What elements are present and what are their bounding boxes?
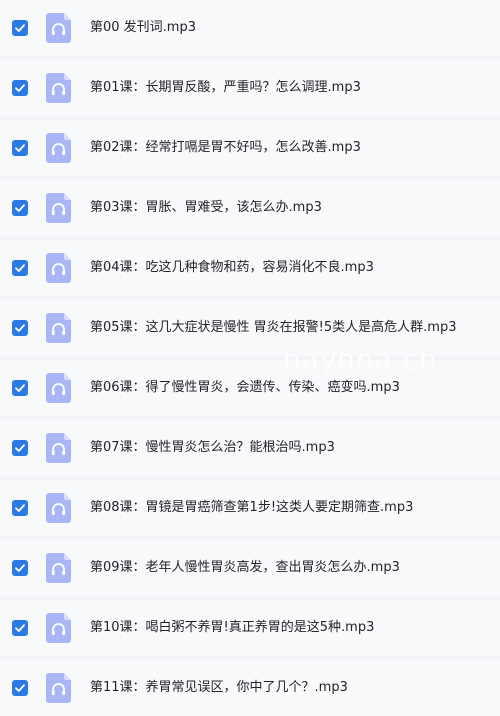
audio-file-headphones-icon: [46, 253, 71, 283]
file-row[interactable]: 第01课：长期胃反酸，严重吗？怎么调理.mp3: [0, 60, 500, 116]
file-checkbox[interactable]: [12, 440, 28, 456]
audio-file-headphones-icon: [46, 373, 71, 403]
audio-file-headphones-icon: [46, 133, 71, 163]
file-checkbox[interactable]: [12, 200, 28, 216]
checkmark-icon: [15, 324, 25, 332]
file-checkbox[interactable]: [12, 380, 28, 396]
audio-file-headphones-icon: [46, 313, 71, 343]
audio-file-headphones-icon: [46, 493, 71, 523]
checkmark-icon: [15, 24, 25, 32]
checkmark-icon: [15, 684, 25, 692]
file-name: 第04课：吃这几种食物和药，容易消化不良.mp3: [90, 260, 374, 275]
file-name: 第03课：胃胀、胃难受，该怎么办.mp3: [90, 200, 322, 215]
checkmark-icon: [15, 144, 25, 152]
file-name: 第11课：养胃常见误区，你中了几个？.mp3: [90, 680, 348, 695]
file-row[interactable]: 第10课：喝白粥不养胃!真正养胃的是这5种.mp3: [0, 600, 500, 656]
file-name: 第05课：这几大症状是慢性 胃炎在报警!5类人是高危人群.mp3: [90, 320, 457, 335]
file-checkbox[interactable]: [12, 260, 28, 276]
file-row[interactable]: 第09课：老年人慢性胃炎高发，查出胃炎怎么办.mp3: [0, 540, 500, 596]
file-checkbox[interactable]: [12, 680, 28, 696]
file-list: 第00 发刊词.mp3 第01课：长期胃反酸，严重吗？怎么调理.mp3 第02课：经…: [0, 0, 500, 716]
file-name: 第08课：胃镜是胃癌筛查第1步!这类人要定期筛查.mp3: [90, 500, 414, 515]
audio-file-headphones-icon: [46, 73, 71, 103]
file-name: 第01课：长期胃反酸，严重吗？怎么调理.mp3: [90, 80, 361, 95]
file-name: 第10课：喝白粥不养胃!真正养胃的是这5种.mp3: [90, 620, 375, 635]
file-checkbox[interactable]: [12, 320, 28, 336]
file-checkbox[interactable]: [12, 500, 28, 516]
file-name: 第00 发刊词.mp3: [90, 20, 196, 35]
checkmark-icon: [15, 564, 25, 572]
checkmark-icon: [15, 444, 25, 452]
file-row[interactable]: 第11课：养胃常见误区，你中了几个？.mp3: [0, 660, 500, 716]
audio-file-headphones-icon: [46, 553, 71, 583]
audio-file-headphones-icon: [46, 673, 71, 703]
file-row[interactable]: 第05课：这几大症状是慢性 胃炎在报警!5类人是高危人群.mp3: [0, 300, 500, 356]
file-row[interactable]: 第04课：吃这几种食物和药，容易消化不良.mp3: [0, 240, 500, 296]
file-row[interactable]: 第06课：得了慢性胃炎，会遗传、传染、癌变吗.mp3: [0, 360, 500, 416]
file-row[interactable]: 第07课：慢性胃炎怎么治？能根治吗.mp3: [0, 420, 500, 476]
file-row[interactable]: 第03课：胃胀、胃难受，该怎么办.mp3: [0, 180, 500, 236]
checkmark-icon: [15, 84, 25, 92]
file-row[interactable]: 第00 发刊词.mp3: [0, 0, 500, 56]
file-checkbox[interactable]: [12, 560, 28, 576]
file-row[interactable]: 第08课：胃镜是胃癌筛查第1步!这类人要定期筛查.mp3: [0, 480, 500, 536]
file-row[interactable]: 第02课：经常打嗝是胃不好吗，怎么改善.mp3: [0, 120, 500, 176]
file-checkbox[interactable]: [12, 140, 28, 156]
file-checkbox[interactable]: [12, 20, 28, 36]
checkmark-icon: [15, 504, 25, 512]
checkmark-icon: [15, 204, 25, 212]
checkmark-icon: [15, 624, 25, 632]
file-name: 第07课：慢性胃炎怎么治？能根治吗.mp3: [90, 440, 335, 455]
checkmark-icon: [15, 264, 25, 272]
audio-file-headphones-icon: [46, 433, 71, 463]
checkmark-icon: [15, 384, 25, 392]
file-name: 第06课：得了慢性胃炎，会遗传、传染、癌变吗.mp3: [90, 380, 400, 395]
file-checkbox[interactable]: [12, 620, 28, 636]
file-name: 第02课：经常打嗝是胃不好吗，怎么改善.mp3: [90, 140, 361, 155]
audio-file-headphones-icon: [46, 193, 71, 223]
file-name: 第09课：老年人慢性胃炎高发，查出胃炎怎么办.mp3: [90, 560, 400, 575]
audio-file-headphones-icon: [46, 13, 71, 43]
file-checkbox[interactable]: [12, 80, 28, 96]
audio-file-headphones-icon: [46, 613, 71, 643]
